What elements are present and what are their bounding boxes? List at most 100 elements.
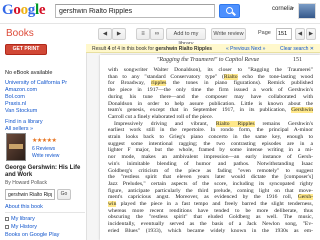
all-sellers-link[interactable]: All sellers » <box>5 126 33 133</box>
text-run: Goldberg's criticism of the piece as fad… <box>108 167 313 174</box>
history-icon <box>5 224 9 229</box>
text-line: the "restless spirit that eleven years l… <box>108 174 313 180</box>
page-number: 151 <box>293 57 302 63</box>
my-history-link[interactable]: My History <box>5 224 37 231</box>
text-line: the piece in 1917—the only time the firm… <box>108 87 313 93</box>
page-label: Page <box>258 30 271 36</box>
my-history-label: My History <box>11 224 37 230</box>
result-query: gershwin Rialto Ripples <box>155 46 213 52</box>
page-number-input[interactable] <box>276 28 292 40</box>
result-middle: of 4 in this book for <box>111 46 154 52</box>
clear-search-link[interactable]: Clear search ✕ <box>280 46 314 52</box>
text-run: the tones in piano figurations). Remick … <box>166 80 313 87</box>
store-link[interactable]: Bol.com <box>5 94 25 101</box>
text-line: Goldberg's criticism of the piece as fad… <box>108 168 313 174</box>
divider <box>5 212 85 213</box>
text-line: for Broadway, ripples the tones in piano… <box>108 80 313 87</box>
text-line: Impressively driving and vibrant, Rialto… <box>108 120 313 127</box>
text-run: the "restless spirit that eleven years l… <box>108 174 313 181</box>
text-line: figure, anticipate particularly the thir… <box>108 188 313 194</box>
result-navigation[interactable]: « Previous Next » <box>226 46 265 52</box>
page-title: Books <box>6 28 34 39</box>
go-button[interactable]: Go <box>57 189 71 200</box>
top-bar: Google cornelia ▼ <box>0 0 320 22</box>
search-button[interactable] <box>219 4 240 18</box>
text-line: earliest work still in the repertoire. I… <box>108 127 313 133</box>
text-run: incidentally, eventually served as the b… <box>108 221 313 228</box>
text-run: remains Gershwin's <box>254 120 313 127</box>
book-author: By Howard Pollack <box>5 180 47 186</box>
text-line: suggest some intentional ragging; the tw… <box>108 141 313 147</box>
store-link[interactable]: Amazon.com <box>5 87 37 94</box>
store-link[interactable]: Van Stockum <box>5 108 37 115</box>
text-run: echo the tone-lasting wood <box>237 73 313 80</box>
rating-stars: ★★★★★ <box>32 138 57 144</box>
text-run: played the piece in a fast tempo and fre… <box>116 201 313 207</box>
running-header: "Ragging the Traumerei" to Capitol Revue <box>156 57 260 63</box>
text-line: win's inimitable blending of humor and p… <box>108 161 313 167</box>
add-to-library-button[interactable]: Add to my library <box>166 28 206 47</box>
find-in-library-link[interactable]: Find in a library <box>5 119 43 126</box>
next-page-button[interactable]: ▶ <box>306 28 316 40</box>
text-run: suggest some intentional ragging; the tw… <box>108 140 313 147</box>
text-run: earliest work still in the repertoire. I… <box>108 127 313 134</box>
books-on-google-play-link[interactable]: Books on Google Play <box>5 232 59 239</box>
logo-letter: G <box>2 2 14 18</box>
get-print-book-button[interactable]: GET PRINT BOOK <box>5 44 47 61</box>
text-run: Donaldson in order to help assure public… <box>108 100 313 107</box>
text-run: for Broadway, <box>108 80 152 87</box>
text-line: during his tune there—and the composer m… <box>108 94 313 100</box>
library-icon <box>5 216 9 221</box>
text-line: eried Blues" (1933), which became widely… <box>108 228 313 234</box>
chevron-down-icon[interactable]: ▼ <box>290 6 295 12</box>
text-run: win's inimitable blending of humor and p… <box>108 160 313 167</box>
text-run: lighter F major, but the whole, framed b… <box>108 147 313 154</box>
text-line: whereas more recent renditions have tend… <box>108 208 313 214</box>
text-line: nor mode, makes an ambivalent impression… <box>108 154 313 160</box>
write-review-link[interactable]: Write review <box>32 153 59 159</box>
write-review-button[interactable]: Write review <box>211 28 246 40</box>
reviews-count-link[interactable]: 6 Reviews <box>32 146 55 152</box>
search-highlight: Gersh- <box>297 194 313 201</box>
divider <box>0 23 320 24</box>
text-run: team's genesis, except that in September… <box>108 107 292 114</box>
text-run: whereas more recent renditions have tend… <box>108 207 313 214</box>
text-run: ment's capricious angst. Moreover, as ev… <box>108 194 298 201</box>
text-run: eried Blues" (1933), which became widely… <box>108 227 313 234</box>
store-link[interactable]: Praxis.nl <box>5 101 26 108</box>
text-run: than to any "standard Conservatory type"… <box>108 73 224 80</box>
logo-letter: o <box>13 2 21 18</box>
google-logo[interactable]: Google <box>2 2 46 19</box>
search-highlight: Rialto <box>223 73 238 80</box>
result-index: 4 <box>107 46 111 52</box>
text-run: the piece in 1917—the only time the firm… <box>108 87 313 94</box>
search-highlight: ripples <box>151 80 167 87</box>
book-title: George Gershwin: His Life and Work <box>5 165 81 178</box>
forward-button[interactable]: ▶ <box>112 28 126 40</box>
about-this-book-link[interactable]: About this book <box>5 204 43 211</box>
previous-page-button[interactable]: ◀ <box>295 28 305 40</box>
avatar[interactable] <box>298 3 316 19</box>
my-library-link[interactable]: My library <box>5 216 35 223</box>
text-run: Carroll cut a finely elaborated roll of … <box>108 113 214 120</box>
back-button[interactable]: ◀ <box>98 28 112 40</box>
text-line: Donaldson in order to help assure public… <box>108 101 313 107</box>
text-run: obscuring the "restless spirit" that elu… <box>108 214 313 221</box>
text-line: than to any "standard Conservatory type"… <box>108 73 313 80</box>
text-line: Jazz Preludes," certain aspects of the s… <box>108 181 313 187</box>
search-highlight: Rialto Ripples <box>215 120 255 127</box>
text-line: incidentally, eventually served as the b… <box>108 221 313 227</box>
no-ebook-text: No eBook available <box>5 70 53 76</box>
text-view-button[interactable]: ≡ <box>136 28 150 40</box>
search-in-book-input[interactable] <box>5 189 55 200</box>
text-run: during his tune there—and the composer m… <box>108 93 313 100</box>
search-highlight: Gershwin <box>291 107 313 114</box>
link-button[interactable]: ∞ <box>150 28 164 40</box>
text-line: strain looks back to Grieg's piano conce… <box>108 134 313 140</box>
search-input[interactable] <box>55 4 215 18</box>
text-line: team's genesis, except that in September… <box>108 107 313 114</box>
text-run: nor mode, makes an ambivalent impression… <box>108 154 313 161</box>
store-link[interactable]: University of California Pr <box>5 80 67 87</box>
text-line: Carroll cut a finely elaborated roll of … <box>108 114 313 120</box>
book-cover-image[interactable] <box>6 133 26 161</box>
